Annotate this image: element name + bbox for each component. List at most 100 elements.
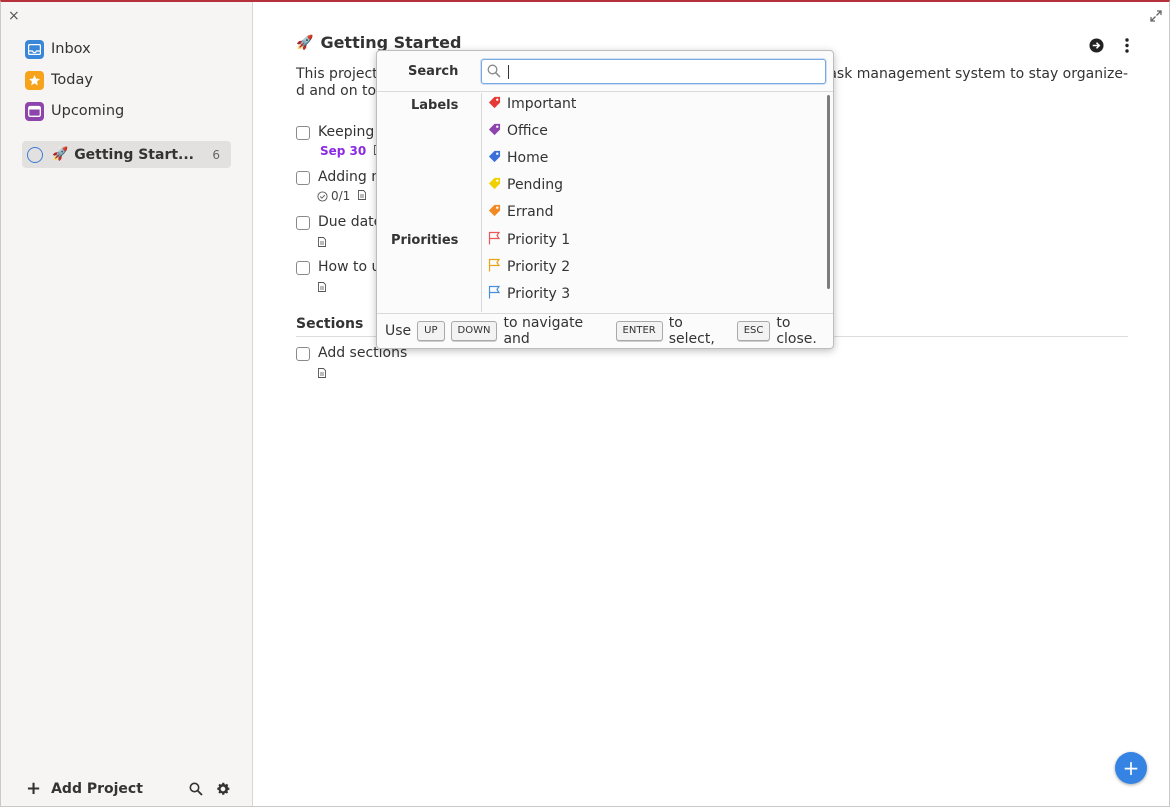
option-label: Important [507,96,577,112]
tag-icon [488,177,501,194]
app-window: × Inbox Today Upcoming 🚀 Getting Start..… [0,0,1170,807]
section-title[interactable]: Sections [296,316,363,332]
flag-icon [488,231,501,249]
tag-icon [488,96,501,113]
sidebar-footer: + Add Project [26,778,231,800]
hint-use: Use [385,323,412,339]
task-checkbox[interactable] [296,126,310,140]
search-icon[interactable] [189,782,203,796]
project-circle-icon [27,146,43,163]
label-option-pending[interactable]: Pending [488,175,563,195]
sidebar-item-getting-started[interactable]: 🚀 Getting Start... 6 [22,141,231,168]
add-project-label: Add Project [51,781,143,797]
tag-icon [488,204,501,221]
search-icon [487,64,501,82]
sidebar-item-today[interactable]: Today [25,69,93,91]
task-text: Adding n [318,169,381,185]
note-icon [318,281,326,295]
task-meta: Sep 30 [320,144,383,158]
description-right: e task management system to stay organiz… [809,66,1128,82]
task-row[interactable]: Keeping t [296,124,384,140]
task-text: Due date [318,214,383,230]
window-close-icon[interactable]: × [8,8,20,24]
task-meta [318,236,326,250]
task-checkbox[interactable] [296,261,310,275]
sidebar-item-label: Today [51,72,93,88]
calendar-icon [25,101,44,121]
task-checkbox[interactable] [296,171,310,185]
expand-icon[interactable] [1150,10,1162,26]
flag-icon [488,285,501,303]
sidebar: × Inbox Today Upcoming 🚀 Getting Start..… [1,2,253,806]
plus-icon: + [26,778,42,799]
due-date: Sep 30 [320,144,367,158]
hint-navigate: to navigate and [503,315,584,347]
task-row[interactable]: How to u [296,259,380,275]
project-count: 6 [212,147,220,162]
top-actions [1089,38,1129,57]
popup-options: Labels Priorities Important Office Home … [377,93,833,312]
search-label: Search [408,64,459,79]
tag-icon [488,150,501,167]
label-option-errand[interactable]: Errand [488,202,553,222]
option-label: Home [507,150,549,166]
star-icon [25,70,44,90]
label-option-home[interactable]: Home [488,148,548,168]
hint-select: to select, [668,315,715,347]
popup-search-row: Search [377,51,833,92]
hint-close: to close. [776,315,817,347]
task-checkbox[interactable] [296,216,310,230]
key-up: UP [417,321,445,341]
note-icon [318,236,326,250]
task-text: How to u [318,259,381,275]
task-row[interactable]: Adding n [296,169,380,185]
task-row[interactable]: Due date [296,214,382,230]
rocket-icon: 🚀 [52,147,69,162]
popup-divider [481,93,482,312]
search-input[interactable] [506,62,816,81]
gear-icon[interactable] [215,781,231,797]
add-task-button[interactable]: + [1115,752,1147,784]
flag-icon [488,258,501,276]
task-checkbox[interactable] [296,347,310,361]
priority-option-2[interactable]: Priority 2 [488,257,570,277]
task-meta [318,367,326,381]
popup-footer-hint: Use UP DOWN to navigate and ENTER to sel… [377,313,833,348]
option-label: Priority 2 [507,259,571,275]
key-enter: ENTER [615,321,663,341]
sidebar-item-upcoming[interactable]: Upcoming [25,100,124,122]
add-project-button[interactable]: + Add Project [26,780,177,798]
note-icon [358,189,367,203]
priority-option-1[interactable]: Priority 1 [488,230,570,250]
popup-scrollbar[interactable] [827,95,830,289]
check-circle-icon [317,190,328,202]
task-text: Keeping t [318,124,385,140]
more-options-icon[interactable] [1125,38,1129,57]
search-field[interactable] [481,59,826,84]
priority-option-3[interactable]: Priority 3 [488,284,570,304]
task-meta [318,281,326,295]
label-option-important[interactable]: Important [488,94,576,114]
note-icon [318,367,326,381]
priorities-heading: Priorities [391,233,459,248]
tag-icon [488,123,501,140]
sidebar-item-label: Upcoming [51,103,125,119]
task-meta: 0/1 [317,189,367,203]
plus-icon: + [1122,756,1140,780]
text-caret [508,65,509,79]
project-label: Getting Start... [74,146,194,163]
option-label: Priority 1 [507,232,571,248]
rocket-icon: 🚀 [296,34,314,51]
option-label: Pending [507,177,563,193]
option-label: Errand [507,204,554,220]
label-option-office[interactable]: Office [488,121,548,141]
key-down: DOWN [450,321,498,341]
filter-popup: Search Labels Priorities Important Offic… [376,50,834,349]
arrow-right-circle-icon[interactable] [1089,38,1104,57]
key-esc: ESC [736,321,771,341]
option-label: Priority 3 [507,286,571,302]
subtask-count: 0/1 [331,189,351,203]
labels-heading: Labels [411,98,459,113]
sidebar-item-inbox[interactable]: Inbox [25,38,91,60]
inbox-icon [25,39,44,59]
